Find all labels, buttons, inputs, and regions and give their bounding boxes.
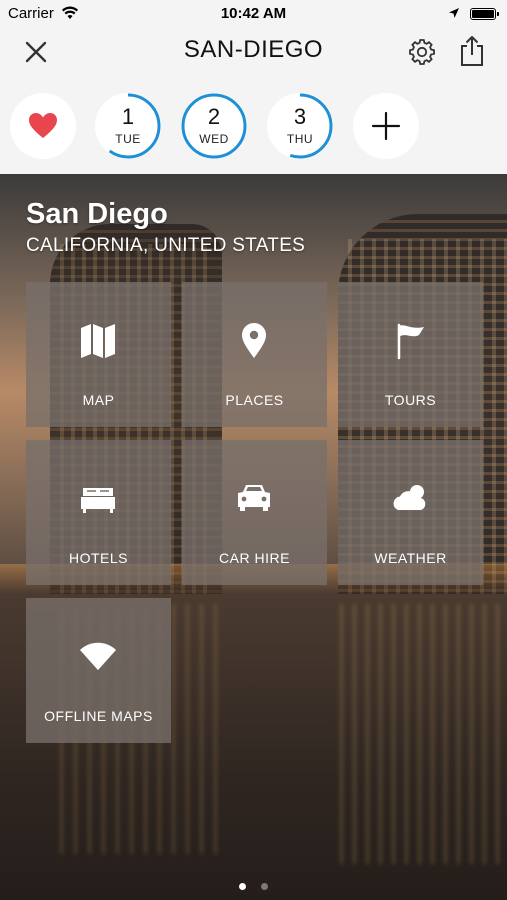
wifi-icon <box>80 642 116 670</box>
tile-label: PLACES <box>225 392 284 408</box>
day-button-3[interactable]: 3 THU <box>267 93 333 159</box>
bed-icon <box>81 488 115 513</box>
tile-label: WEATHER <box>374 550 447 566</box>
tile-weather[interactable]: WEATHER <box>338 440 483 585</box>
day-weekday: THU <box>286 132 314 146</box>
status-time: 10:42 AM <box>220 5 287 22</box>
tile-hotels[interactable]: HOTELS <box>26 440 171 585</box>
add-day-button[interactable] <box>353 93 419 159</box>
cloud-sun-icon <box>393 485 426 510</box>
location-pin-icon <box>242 323 266 358</box>
heart-icon <box>29 113 57 138</box>
city-name: San Diego <box>26 198 168 230</box>
tile-label: CAR HIRE <box>219 550 290 566</box>
day-number: 2 <box>207 104 221 129</box>
battery-icon <box>470 8 499 20</box>
tile-places[interactable]: PLACES <box>182 282 327 427</box>
car-icon <box>238 485 270 511</box>
tile-offline-maps[interactable]: OFFLINE MAPS <box>26 598 171 743</box>
map-icon <box>81 324 115 358</box>
tile-label: MAP <box>82 392 115 408</box>
day-weekday: TUE <box>115 132 141 146</box>
day-number: 1 <box>121 104 135 129</box>
city-subtitle: CALIFORNIA, UNITED STATES <box>26 235 306 256</box>
tile-car-hire[interactable]: CAR HIRE <box>182 440 327 585</box>
flag-icon <box>397 323 424 360</box>
nav-bar: SAN-DIEGO <box>0 28 507 76</box>
tile-label: OFFLINE MAPS <box>44 708 153 724</box>
tile-map[interactable]: MAP <box>26 282 171 427</box>
gear-icon[interactable] <box>407 37 437 67</box>
day-weekday: WED <box>199 132 229 146</box>
background-reflection-right <box>340 604 500 864</box>
day-button-1[interactable]: 1 TUE <box>95 93 161 159</box>
day-selector: 1 TUE 2 WED 3 THU <box>0 76 507 174</box>
day-number: 3 <box>293 104 307 129</box>
plus-icon <box>371 111 401 141</box>
tile-label: HOTELS <box>68 550 128 566</box>
city-hero: San Diego CALIFORNIA, UNITED STATES MAP … <box>0 174 507 900</box>
location-arrow-icon <box>449 8 459 18</box>
status-bar: Carrier 10:42 AM <box>0 0 507 28</box>
page-indicator <box>0 877 507 890</box>
favorites-button[interactable] <box>10 93 76 159</box>
day-button-2[interactable]: 2 WED <box>181 93 247 159</box>
page-dot-inactive[interactable] <box>260 883 268 890</box>
tile-tours[interactable]: TOURS <box>338 282 483 427</box>
share-icon[interactable] <box>457 34 487 68</box>
tile-label: TOURS <box>384 392 437 408</box>
